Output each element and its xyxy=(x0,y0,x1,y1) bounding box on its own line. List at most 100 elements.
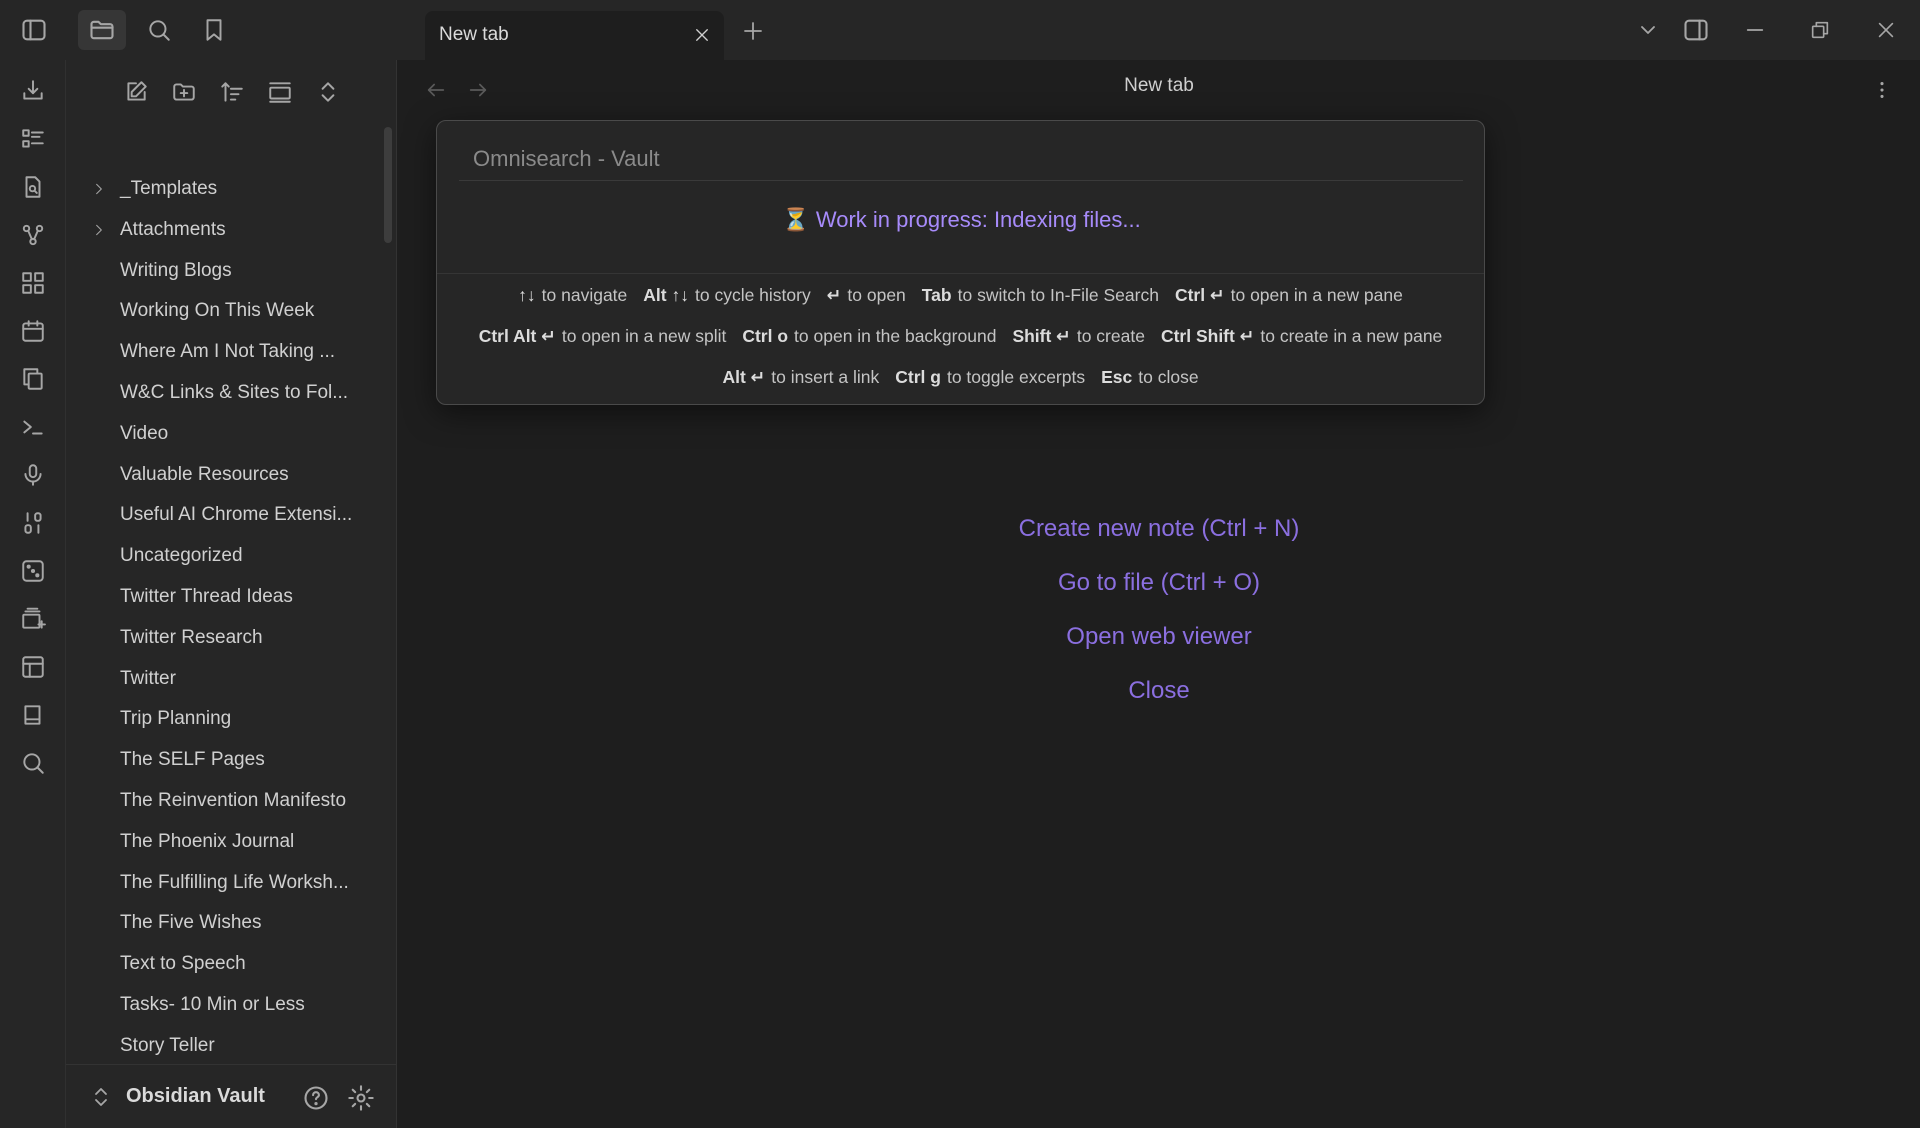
file-item[interactable]: Twitter Research xyxy=(120,621,263,655)
close-window-button[interactable] xyxy=(1864,10,1908,50)
restore-button[interactable] xyxy=(1798,10,1842,50)
random-note-button[interactable] xyxy=(13,551,53,591)
close-tab-button[interactable] xyxy=(690,23,714,47)
tab-new-tab[interactable]: New tab xyxy=(425,11,724,60)
binary-icon xyxy=(24,512,42,534)
daily-note-button[interactable] xyxy=(13,311,53,351)
help-button[interactable] xyxy=(302,1084,330,1112)
calendar-icon xyxy=(22,320,44,342)
folder-item[interactable]: Attachments xyxy=(120,213,226,247)
hint-item: Alt ↵ to insert a link xyxy=(722,367,879,387)
hint-item: Ctrl Alt ↵ to open in a new split xyxy=(479,326,727,346)
file-item[interactable]: The Phoenix Journal xyxy=(120,825,294,859)
book-icon xyxy=(24,705,41,725)
hint-description: to open in a new split xyxy=(561,326,727,346)
book-button[interactable] xyxy=(13,695,53,735)
sort-button[interactable] xyxy=(212,72,252,112)
import-button[interactable] xyxy=(13,71,53,111)
file-item[interactable]: W&C Links & Sites to Fol... xyxy=(120,376,348,410)
file-item[interactable]: Writing Blogs xyxy=(120,254,232,288)
chevron-right-icon[interactable] xyxy=(92,213,108,247)
sidebar-scrollbar[interactable] xyxy=(384,127,392,243)
tab-list-button[interactable] xyxy=(1626,10,1670,50)
hint-row: Alt ↵ to insert a link Ctrl g to toggle exc… xyxy=(437,367,1484,388)
hint-key: ↑↓ xyxy=(518,285,536,305)
create-new-note-link[interactable]: Create new note (Ctrl + N) xyxy=(398,515,1920,543)
toggle-right-sidebar-button[interactable] xyxy=(1674,10,1718,50)
tab-label: New tab xyxy=(439,24,509,45)
graph-view-button[interactable] xyxy=(13,215,53,255)
new-folder-button[interactable] xyxy=(164,72,204,112)
vault-name[interactable]: Obsidian Vault xyxy=(126,1085,265,1108)
hint-item: ↑↓ to navigate xyxy=(518,285,627,305)
vault-switcher: Obsidian Vault xyxy=(66,1064,396,1128)
file-item[interactable]: The Reinvention Manifesto xyxy=(120,784,346,818)
open-web-viewer-link[interactable]: Open web viewer xyxy=(398,623,1920,651)
layout-icon xyxy=(22,656,44,678)
hint-description: to navigate xyxy=(541,285,628,305)
files-tab-button[interactable] xyxy=(78,10,126,50)
folder-icon xyxy=(90,20,114,40)
go-to-file-link[interactable]: Go to file (Ctrl + O) xyxy=(398,569,1920,597)
minimize-button[interactable] xyxy=(1733,10,1777,50)
chevron-right-icon[interactable] xyxy=(92,172,108,206)
toggle-left-sidebar-button[interactable] xyxy=(10,10,58,50)
file-item[interactable]: Twitter Thread Ideas xyxy=(120,580,293,614)
layout-button[interactable] xyxy=(13,647,53,687)
binary-button[interactable] xyxy=(13,503,53,543)
file-item[interactable]: Working On This Week xyxy=(120,294,314,328)
file-item[interactable]: Trip Planning xyxy=(120,702,231,736)
settings-button[interactable] xyxy=(347,1084,375,1112)
file-item[interactable]: The Fulfilling Life Worksh... xyxy=(120,866,349,900)
search-tab-button[interactable] xyxy=(135,10,183,50)
bookmarks-tab-button[interactable] xyxy=(190,10,238,50)
collapse-all-button[interactable] xyxy=(308,72,348,112)
chevrons-up-down-icon xyxy=(321,82,335,102)
new-tab-button[interactable] xyxy=(738,16,768,46)
vault-switch-button[interactable] xyxy=(92,1085,110,1109)
file-item[interactable]: Where Am I Not Taking ... xyxy=(120,335,335,369)
dashboard-button[interactable] xyxy=(13,119,53,159)
sidebar-left-icon xyxy=(22,19,46,41)
folder-plus-icon xyxy=(173,83,195,101)
hint-item: Tab to switch to In-File Search xyxy=(922,285,1159,305)
hint-description: to open in the background xyxy=(794,326,997,346)
hint-item: Ctrl ↵ to open in a new pane xyxy=(1175,285,1403,305)
file-item[interactable]: Useful AI Chrome Extensi... xyxy=(120,498,352,532)
file-item[interactable]: Video xyxy=(120,417,168,451)
file-item[interactable]: Story Teller xyxy=(120,1029,215,1063)
file-explorer: _Templates Attachments Writing Blogs Workin… xyxy=(66,60,397,1128)
slides-button[interactable] xyxy=(13,599,53,639)
canvas-button[interactable] xyxy=(13,263,53,303)
hint-key: Ctrl o xyxy=(742,326,789,346)
file-item[interactable]: Uncategorized xyxy=(120,539,243,573)
close-link[interactable]: Close xyxy=(398,677,1920,705)
indexing-status: ⏳ Work in progress: Indexing files... xyxy=(437,207,1486,233)
hint-item: ↵ to open xyxy=(827,285,906,305)
hint-description: to open in a new pane xyxy=(1230,285,1403,305)
file-item[interactable]: The SELF Pages xyxy=(120,743,265,777)
omnisearch-button[interactable] xyxy=(13,743,53,783)
hint-description: to create in a new pane xyxy=(1260,326,1443,346)
new-note-button[interactable] xyxy=(116,72,156,112)
hint-key: Alt ↑↓ xyxy=(643,285,689,305)
more-vertical-icon xyxy=(1880,82,1884,98)
auto-reveal-button[interactable] xyxy=(260,72,300,112)
list-check-icon xyxy=(22,129,44,148)
command-palette-button[interactable] xyxy=(13,407,53,447)
sidebar-right-icon xyxy=(1684,19,1708,41)
file-item[interactable]: Text to Speech xyxy=(120,947,246,981)
file-item[interactable]: The Five Wishes xyxy=(120,906,261,940)
search-icon xyxy=(149,20,170,41)
audio-recorder-button[interactable] xyxy=(13,455,53,495)
omnisearch-input[interactable] xyxy=(459,137,1463,181)
grid-icon xyxy=(22,272,44,294)
templates-button[interactable] xyxy=(13,359,53,399)
file-search-button[interactable] xyxy=(13,167,53,207)
folder-item[interactable]: _Templates xyxy=(120,172,217,206)
more-options-button[interactable] xyxy=(1868,76,1896,104)
file-item[interactable]: Twitter xyxy=(120,662,176,696)
file-item[interactable]: Valuable Resources xyxy=(120,458,289,492)
copy-files-icon xyxy=(23,368,43,390)
file-item[interactable]: Tasks- 10 Min or Less xyxy=(120,988,305,1022)
